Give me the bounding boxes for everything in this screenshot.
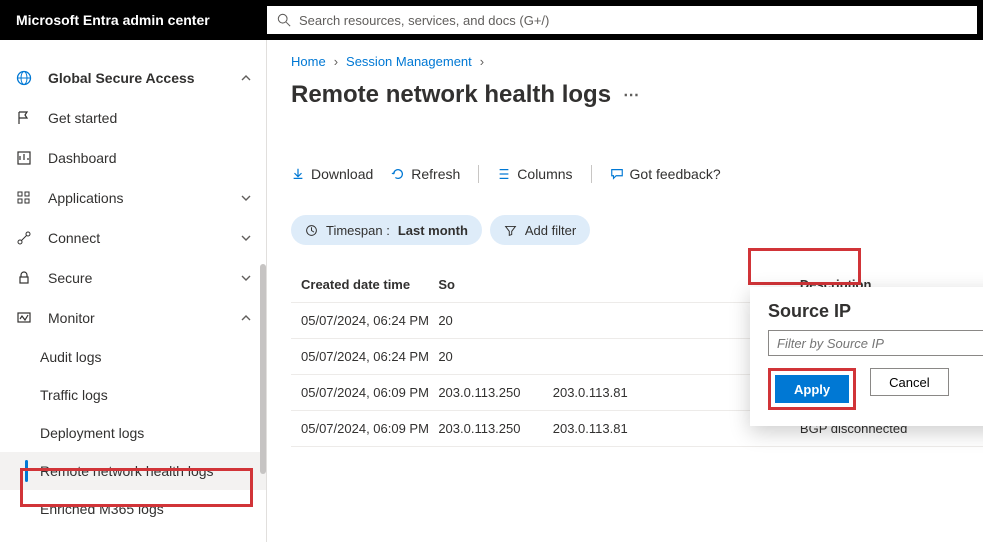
chevron-up-icon bbox=[240, 72, 252, 84]
monitor-icon bbox=[14, 310, 34, 326]
chevron-down-icon bbox=[240, 272, 252, 284]
chevron-down-icon bbox=[240, 232, 252, 244]
sidebar-section-label: Global Secure Access bbox=[48, 70, 240, 86]
download-button[interactable]: Download bbox=[291, 166, 373, 182]
flag-icon bbox=[14, 110, 34, 126]
feedback-button[interactable]: Got feedback? bbox=[610, 166, 721, 182]
dashboard-icon bbox=[14, 150, 34, 166]
source-ip-filter-popup: Source IP Apply Cancel bbox=[750, 287, 983, 426]
lock-icon bbox=[14, 270, 34, 286]
search-placeholder: Search resources, services, and docs (G+… bbox=[299, 13, 549, 28]
breadcrumb: Home › Session Management › bbox=[291, 54, 983, 69]
main-content: Home › Session Management › Remote netwo… bbox=[267, 40, 983, 542]
brand-title: Microsoft Entra admin center bbox=[0, 12, 267, 28]
sidebar-item-connect[interactable]: Connect bbox=[0, 218, 266, 258]
columns-icon bbox=[497, 167, 511, 181]
chevron-up-icon bbox=[240, 312, 252, 324]
chevron-right-icon: › bbox=[480, 54, 484, 69]
filter-icon bbox=[504, 224, 517, 237]
sidebar: Global Secure Access Get started Dashboa… bbox=[0, 40, 267, 542]
breadcrumb-session[interactable]: Session Management bbox=[346, 54, 472, 69]
toolbar-divider bbox=[478, 165, 479, 183]
sidebar-section-gsa[interactable]: Global Secure Access bbox=[0, 58, 266, 98]
sidebar-item-secure[interactable]: Secure bbox=[0, 258, 266, 298]
refresh-icon bbox=[391, 167, 405, 181]
col-created[interactable]: Created date time bbox=[291, 277, 438, 292]
col-source[interactable]: So bbox=[438, 277, 552, 292]
sidebar-item-monitor[interactable]: Monitor bbox=[0, 298, 266, 338]
sidebar-sub-enrichedm365[interactable]: Enriched M365 logs bbox=[0, 490, 266, 528]
col-dest[interactable] bbox=[553, 277, 654, 292]
source-ip-input[interactable] bbox=[768, 330, 983, 356]
sidebar-item-applications[interactable]: Applications bbox=[0, 178, 266, 218]
sidebar-sub-auditlogs[interactable]: Audit logs bbox=[0, 338, 266, 376]
feedback-icon bbox=[610, 167, 624, 181]
refresh-button[interactable]: Refresh bbox=[391, 166, 460, 182]
sidebar-sub-remotenetwork[interactable]: Remote network health logs bbox=[0, 452, 266, 490]
chevron-right-icon: › bbox=[334, 54, 338, 69]
apps-icon bbox=[14, 190, 34, 206]
connect-icon bbox=[14, 230, 34, 246]
download-icon bbox=[291, 167, 305, 181]
clock-icon bbox=[305, 224, 318, 237]
page-title: Remote network health logs bbox=[291, 81, 611, 109]
sidebar-sub-trafficlogs[interactable]: Traffic logs bbox=[0, 376, 266, 414]
cancel-button[interactable]: Cancel bbox=[870, 368, 948, 396]
breadcrumb-home[interactable]: Home bbox=[291, 54, 326, 69]
timespan-filter-pill[interactable]: Timespan : Last month bbox=[291, 215, 482, 245]
sidebar-item-dashboard[interactable]: Dashboard bbox=[0, 138, 266, 178]
globe-icon bbox=[14, 70, 34, 86]
apply-button[interactable]: Apply bbox=[775, 375, 849, 403]
sidebar-sub-deploymentlogs[interactable]: Deployment logs bbox=[0, 414, 266, 452]
more-icon[interactable]: ⋯ bbox=[623, 85, 639, 105]
highlight-box-apply: Apply bbox=[768, 368, 856, 410]
toolbar-divider bbox=[591, 165, 592, 183]
sidebar-scrollbar[interactable] bbox=[258, 40, 266, 542]
global-search[interactable]: Search resources, services, and docs (G+… bbox=[267, 6, 977, 34]
columns-button[interactable]: Columns bbox=[497, 166, 572, 182]
chevron-down-icon bbox=[240, 192, 252, 204]
popup-title: Source IP bbox=[768, 301, 983, 322]
topbar: Microsoft Entra admin center Search reso… bbox=[0, 0, 983, 40]
sidebar-item-getstarted[interactable]: Get started bbox=[0, 98, 266, 138]
add-filter-button[interactable]: Add filter bbox=[490, 215, 590, 245]
search-icon bbox=[277, 13, 291, 27]
